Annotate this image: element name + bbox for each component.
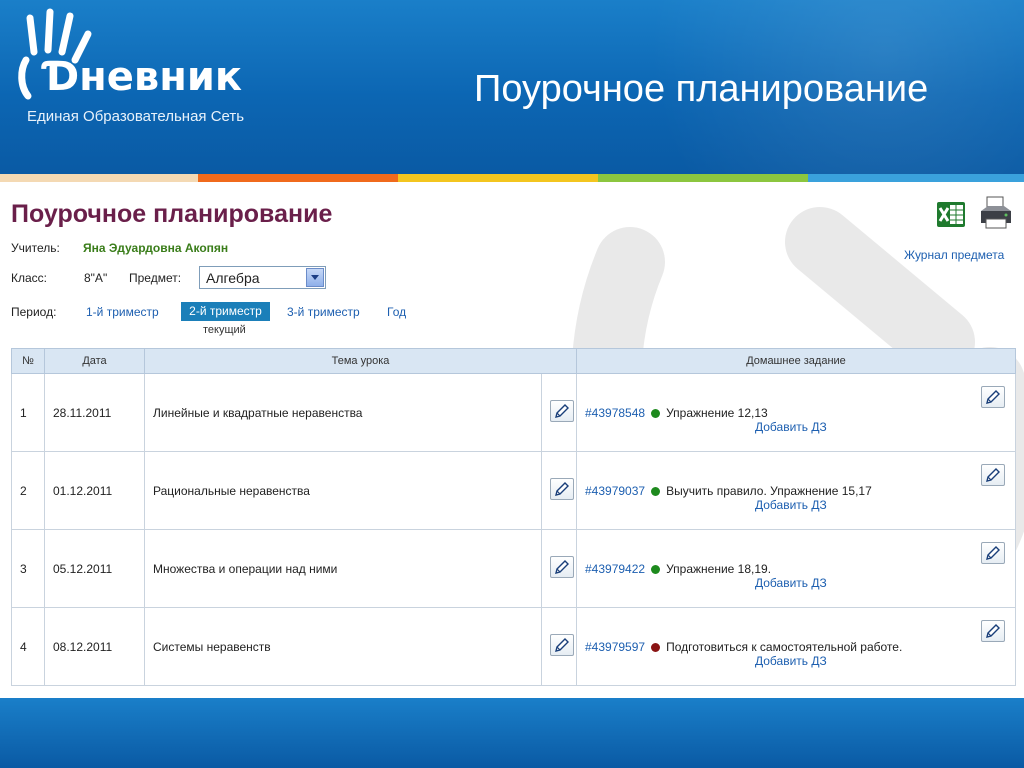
- lessons-table: № Дата Тема урока Домашнее задание 1 28.…: [11, 348, 1016, 686]
- edit-topic-button[interactable]: [550, 400, 574, 422]
- color-stripe-1: [0, 174, 198, 182]
- edit-homework-button[interactable]: [981, 542, 1005, 564]
- row-date-link[interactable]: 01.12.2011: [44, 451, 145, 530]
- row-num: 2: [11, 451, 45, 530]
- row-num: 3: [11, 529, 45, 608]
- pencil-icon: [555, 638, 569, 652]
- pencil-icon: [555, 560, 569, 574]
- period-link-3[interactable]: 3-й триместр: [287, 305, 360, 319]
- edit-topic-button[interactable]: [550, 556, 574, 578]
- homework-id-link[interactable]: #43979422: [585, 562, 645, 576]
- period-link-1[interactable]: 1-й триместр: [86, 305, 159, 319]
- homework-cell: #43979422 Упражнение 18,19. Добавить ДЗ: [576, 529, 1016, 608]
- chevron-down-icon[interactable]: [306, 268, 324, 287]
- excel-icon[interactable]: [936, 199, 966, 229]
- homework-id-link[interactable]: #43979597: [585, 640, 645, 654]
- homework-cell: #43979597 Подготовиться к самостоятельной…: [576, 607, 1016, 686]
- period-link-2-active[interactable]: 2-й триместр: [181, 302, 270, 321]
- slide-header: Ɗневник Единая Образовательная Сеть Поур…: [0, 0, 1024, 174]
- edit-homework-button[interactable]: [981, 464, 1005, 486]
- status-dot-icon: [651, 486, 661, 496]
- add-homework-link[interactable]: Добавить ДЗ: [755, 654, 827, 668]
- pencil-icon: [986, 468, 1000, 482]
- color-stripe-3: [398, 174, 598, 182]
- pencil-icon: [986, 390, 1000, 404]
- table-row: 4 08.12.2011 Системы неравенств #4397959…: [11, 607, 1016, 686]
- table-header-row: № Дата Тема урока Домашнее задание: [11, 348, 1016, 374]
- row-num: 1: [11, 373, 45, 452]
- printer-icon[interactable]: [978, 195, 1014, 231]
- homework-text: Подготовиться к самостоятельной работе.: [666, 639, 903, 654]
- logo-subtitle: Единая Образовательная Сеть: [27, 108, 245, 125]
- teacher-name: Яна Эдуардовна Акопян: [83, 241, 229, 255]
- row-date-link[interactable]: 08.12.2011: [44, 607, 145, 686]
- edit-topic-button[interactable]: [550, 478, 574, 500]
- edit-topic-button[interactable]: [550, 634, 574, 656]
- edit-homework-button[interactable]: [981, 620, 1005, 642]
- journal-link[interactable]: Журнал предмета: [904, 248, 1004, 262]
- class-label: Класс:: [11, 271, 47, 285]
- row-num: 4: [11, 607, 45, 686]
- row-topic: Рациональные неравенства: [144, 451, 542, 530]
- color-stripe-5: [808, 174, 1024, 182]
- table-row: 1 28.11.2011 Линейные и квадратные нерав…: [11, 373, 1016, 452]
- header-homework: Домашнее задание: [576, 348, 1016, 374]
- teacher-label: Учитель:: [11, 241, 60, 255]
- pencil-icon: [986, 624, 1000, 638]
- class-value: 8"А": [84, 271, 108, 285]
- color-stripe-2: [198, 174, 398, 182]
- logo-text: Ɗневник: [44, 54, 243, 100]
- homework-text: Выучить правило. Упражнение 15,17: [666, 483, 872, 498]
- color-stripe-4: [598, 174, 808, 182]
- header-topic: Тема урока: [144, 348, 577, 374]
- row-topic: Системы неравенств: [144, 607, 542, 686]
- table-row: 3 05.12.2011 Множества и операции над ни…: [11, 529, 1016, 608]
- add-homework-link[interactable]: Добавить ДЗ: [755, 498, 827, 512]
- homework-cell: #43978548 Упражнение 12,13 Добавить ДЗ: [576, 373, 1016, 452]
- subject-select-value: Алгебра: [206, 270, 260, 286]
- header-num: №: [11, 348, 45, 374]
- status-dot-icon: [651, 564, 661, 574]
- period-label: Период:: [11, 305, 57, 319]
- homework-id-link[interactable]: #43978548: [585, 406, 645, 420]
- page-title: Поурочное планирование: [11, 200, 333, 228]
- header-date: Дата: [44, 348, 145, 374]
- homework-text: Упражнение 18,19.: [666, 561, 772, 576]
- current-period-note: текущий: [203, 324, 246, 336]
- period-link-year[interactable]: Год: [387, 305, 406, 319]
- status-dot-icon: [651, 408, 661, 418]
- row-topic: Линейные и квадратные неравенства: [144, 373, 542, 452]
- pencil-icon: [555, 482, 569, 496]
- homework-cell: #43979037 Выучить правило. Упражнение 15,…: [576, 451, 1016, 530]
- table-row: 2 01.12.2011 Рациональные неравенства #4…: [11, 451, 1016, 530]
- row-date-link[interactable]: 05.12.2011: [44, 529, 145, 608]
- edit-homework-button[interactable]: [981, 386, 1005, 408]
- subject-select[interactable]: Алгебра: [199, 266, 326, 289]
- add-homework-link[interactable]: Добавить ДЗ: [755, 420, 827, 434]
- row-topic: Множества и операции над ними: [144, 529, 542, 608]
- homework-text: Упражнение 12,13: [666, 405, 768, 420]
- slide-title: Поурочное планирование: [474, 68, 929, 110]
- add-homework-link[interactable]: Добавить ДЗ: [755, 576, 827, 590]
- pencil-icon: [555, 404, 569, 418]
- pencil-icon: [986, 546, 1000, 560]
- row-date-link[interactable]: 28.11.2011: [44, 373, 145, 452]
- status-dot-icon: [651, 642, 661, 652]
- slide-footer-bar: [0, 698, 1024, 768]
- homework-id-link[interactable]: #43979037: [585, 484, 645, 498]
- subject-label: Предмет:: [129, 271, 182, 285]
